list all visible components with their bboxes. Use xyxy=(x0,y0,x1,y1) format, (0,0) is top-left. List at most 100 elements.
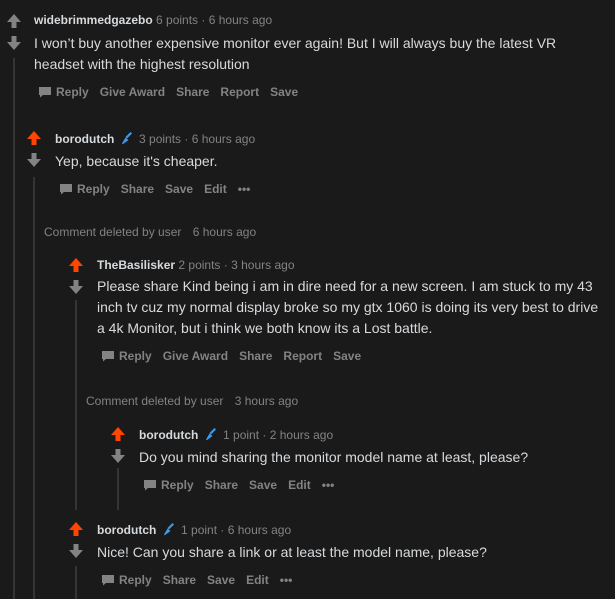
give-award-button[interactable]: Give Award xyxy=(163,349,228,363)
downvote-arrow-icon[interactable] xyxy=(68,279,84,295)
reply-label: Reply xyxy=(161,478,194,492)
thread-line-level-3[interactable] xyxy=(75,300,77,510)
upvote-arrow-icon[interactable] xyxy=(68,521,84,537)
microphone-icon xyxy=(121,132,132,145)
timestamp[interactable]: 6 hours ago xyxy=(192,132,255,146)
deleted-comment: Comment deleted by user 3 hours ago xyxy=(86,394,298,408)
timestamp[interactable]: 6 hours ago xyxy=(209,13,272,27)
comment-body: Yep, because it's cheaper. xyxy=(55,153,218,169)
thread-line-level-2[interactable] xyxy=(33,177,35,599)
reply-label: Reply xyxy=(119,573,152,587)
upvote-arrow-icon[interactable] xyxy=(6,13,22,29)
vote-column xyxy=(68,257,84,295)
more-options-button[interactable]: ••• xyxy=(238,182,251,196)
comment: borodutch 3 points · 6 hours ago Yep, be… xyxy=(55,131,605,196)
deleted-label: Comment deleted by user xyxy=(86,394,224,408)
comment: widebrimmedgazebo 6 points · 6 hours ago… xyxy=(34,13,604,99)
timestamp[interactable]: 6 hours ago xyxy=(228,523,291,537)
thread-line-level-4[interactable] xyxy=(117,468,119,510)
comment: TheBasilisker 2 points · 3 hours ago Ple… xyxy=(97,258,609,363)
share-button[interactable]: Share xyxy=(176,85,209,99)
comment-body: I won’t buy another expensive monitor ev… xyxy=(34,35,557,72)
vote-column xyxy=(6,13,22,51)
thread-line-level-3b[interactable] xyxy=(75,566,77,599)
separator: · xyxy=(223,258,228,272)
speech-bubble-icon xyxy=(39,87,51,98)
comment-actions: Reply Give Award Share Report Save xyxy=(38,85,604,99)
separator: · xyxy=(220,523,225,537)
share-button[interactable]: Share xyxy=(205,478,238,492)
timestamp[interactable]: 3 hours ago xyxy=(231,258,294,272)
points: 1 point xyxy=(181,523,218,537)
author-name[interactable]: widebrimmedgazebo xyxy=(34,13,153,27)
share-button[interactable]: Share xyxy=(239,349,272,363)
reply-button[interactable]: Reply xyxy=(101,349,152,363)
downvote-arrow-icon[interactable] xyxy=(26,152,42,168)
more-options-button[interactable]: ••• xyxy=(280,573,293,587)
timestamp: 3 hours ago xyxy=(234,394,299,408)
comment-body: Do you mind sharing the monitor model na… xyxy=(139,449,529,465)
downvote-arrow-icon[interactable] xyxy=(110,448,126,464)
reply-button[interactable]: Reply xyxy=(38,85,89,99)
microphone-icon xyxy=(163,523,174,536)
author-name[interactable]: borodutch xyxy=(97,523,156,537)
save-button[interactable]: Save xyxy=(165,182,193,196)
edit-button[interactable]: Edit xyxy=(288,478,311,492)
speech-bubble-icon xyxy=(102,575,114,586)
comment-actions: Reply Share Save Edit ••• xyxy=(101,573,609,587)
reply-label: Reply xyxy=(56,85,89,99)
comment-body: Nice! Can you share a link or at least t… xyxy=(97,544,487,560)
comment-header: widebrimmedgazebo 6 points · 6 hours ago xyxy=(34,13,604,27)
separator: · xyxy=(262,428,267,442)
vote-column xyxy=(110,426,126,464)
share-button[interactable]: Share xyxy=(121,182,154,196)
vote-column xyxy=(26,130,42,168)
author-name[interactable]: borodutch xyxy=(139,428,198,442)
save-button[interactable]: Save xyxy=(270,85,298,99)
comment-actions: Reply Share Save Edit ••• xyxy=(59,182,605,196)
author-name[interactable]: TheBasilisker xyxy=(97,258,175,272)
reply-button[interactable]: Reply xyxy=(59,182,110,196)
more-options-button[interactable]: ••• xyxy=(322,478,335,492)
reply-button[interactable]: Reply xyxy=(143,478,194,492)
comment-actions: Reply Give Award Share Report Save xyxy=(101,349,609,363)
author-name[interactable]: borodutch xyxy=(55,132,114,146)
speech-bubble-icon xyxy=(60,184,72,195)
vote-column xyxy=(68,521,84,559)
reply-button[interactable]: Reply xyxy=(101,573,152,587)
save-button[interactable]: Save xyxy=(207,573,235,587)
comment: borodutch 1 point · 2 hours ago Do you m… xyxy=(139,427,609,492)
upvote-arrow-icon[interactable] xyxy=(26,130,42,146)
comment-header: borodutch 1 point · 6 hours ago xyxy=(97,522,609,537)
comment-header: borodutch 1 point · 2 hours ago xyxy=(139,427,609,442)
reply-label: Reply xyxy=(119,349,152,363)
comment-actions: Reply Share Save Edit ••• xyxy=(143,478,609,492)
thread-line-level-1[interactable] xyxy=(13,58,15,599)
save-button[interactable]: Save xyxy=(333,349,361,363)
upvote-arrow-icon[interactable] xyxy=(110,426,126,442)
comment-header: borodutch 3 points · 6 hours ago xyxy=(55,131,605,146)
speech-bubble-icon xyxy=(102,351,114,362)
downvote-arrow-icon[interactable] xyxy=(68,543,84,559)
timestamp: 6 hours ago xyxy=(192,225,257,239)
speech-bubble-icon xyxy=(144,480,156,491)
share-button[interactable]: Share xyxy=(163,573,196,587)
report-button[interactable]: Report xyxy=(220,85,259,99)
edit-button[interactable]: Edit xyxy=(204,182,227,196)
downvote-arrow-icon[interactable] xyxy=(6,35,22,51)
comment-header: TheBasilisker 2 points · 3 hours ago xyxy=(97,258,609,272)
deleted-label: Comment deleted by user xyxy=(44,225,182,239)
microphone-icon xyxy=(205,428,216,441)
edit-button[interactable]: Edit xyxy=(246,573,269,587)
comment: borodutch 1 point · 6 hours ago Nice! Ca… xyxy=(97,522,609,587)
upvote-arrow-icon[interactable] xyxy=(68,257,84,273)
separator: · xyxy=(201,13,206,27)
points: 2 points xyxy=(178,258,221,272)
give-award-button[interactable]: Give Award xyxy=(100,85,165,99)
save-button[interactable]: Save xyxy=(249,478,277,492)
separator: · xyxy=(184,132,189,146)
reply-label: Reply xyxy=(77,182,110,196)
points: 1 point xyxy=(223,428,260,442)
timestamp[interactable]: 2 hours ago xyxy=(270,428,333,442)
report-button[interactable]: Report xyxy=(283,349,322,363)
